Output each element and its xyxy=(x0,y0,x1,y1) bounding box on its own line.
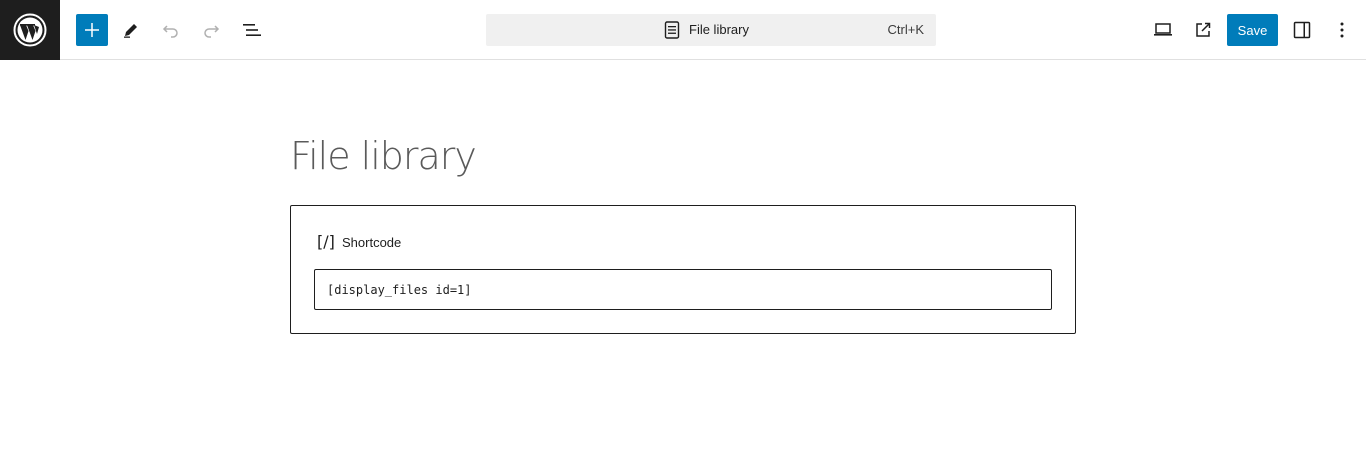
shortcode-icon: [/] xyxy=(317,232,335,251)
settings-button[interactable] xyxy=(1286,14,1318,46)
page-icon xyxy=(664,21,680,39)
save-button[interactable]: Save xyxy=(1227,14,1278,46)
redo-icon xyxy=(204,25,220,38)
block-inserter-button[interactable] xyxy=(76,14,108,46)
document-title: File library xyxy=(689,22,749,37)
more-vertical-icon xyxy=(1340,22,1344,38)
shortcode-input[interactable] xyxy=(314,269,1052,310)
undo-button[interactable] xyxy=(155,14,187,46)
preview-button[interactable] xyxy=(1147,14,1179,46)
shortcode-block[interactable]: [/] Shortcode xyxy=(290,205,1076,334)
shortcode-block-label: Shortcode xyxy=(342,235,402,250)
sidebar-icon xyxy=(1293,21,1311,39)
command-palette-bar[interactable]: File library Ctrl+K xyxy=(486,14,936,46)
view-post-button[interactable] xyxy=(1187,14,1219,46)
list-view-icon xyxy=(243,24,261,36)
tools-button[interactable] xyxy=(115,14,147,46)
editor-header: File library Ctrl+K Save xyxy=(0,0,1366,60)
options-button[interactable] xyxy=(1326,14,1358,46)
plus-icon xyxy=(85,23,99,37)
post-title[interactable]: File library xyxy=(290,134,477,178)
redo-button[interactable] xyxy=(195,14,227,46)
pencil-icon xyxy=(124,24,137,38)
external-link-icon xyxy=(1196,22,1211,37)
undo-icon xyxy=(162,25,178,38)
wordpress-logo-icon[interactable] xyxy=(0,0,60,60)
keyboard-shortcut-hint: Ctrl+K xyxy=(887,22,924,37)
document-overview-button[interactable] xyxy=(236,14,268,46)
desktop-icon xyxy=(1154,23,1172,36)
